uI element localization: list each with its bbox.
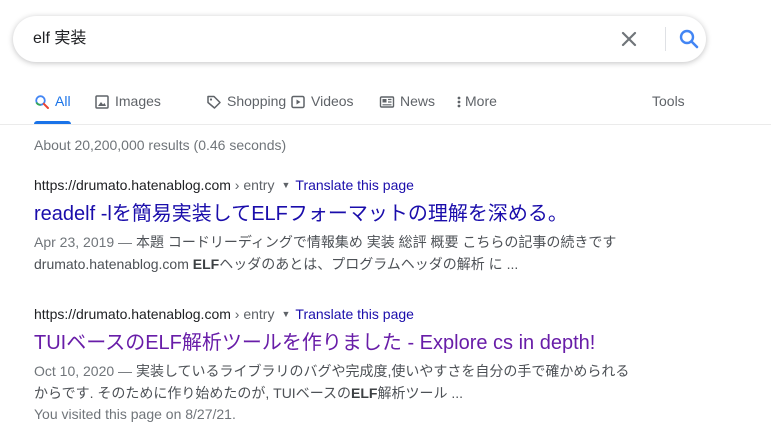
- snippet-highlight: ELF: [351, 385, 378, 401]
- searchbox-divider: [665, 27, 666, 51]
- news-icon: [379, 94, 395, 110]
- snippet-highlight: ELF: [192, 256, 220, 272]
- search-box[interactable]: [13, 16, 706, 62]
- result-breadcrumb: › entry: [230, 306, 275, 322]
- search-icon: [679, 29, 699, 49]
- search-result: https://drumato.hatenablog.com › entry ▼ T…: [34, 176, 654, 275]
- search-button[interactable]: [677, 27, 701, 51]
- tab-news[interactable]: News: [379, 88, 435, 124]
- snippet-line-1: Oct 10, 2020 — 実装しているライブラリのバグや完成度,使いやすさを…: [34, 360, 654, 382]
- visited-note: You visited this page on 8/27/21.: [34, 406, 236, 422]
- more-vert-icon: [455, 94, 463, 110]
- snippet-text: 実装しているライブラリのバグや完成度,使いやすさを自分の手で確かめられる: [135, 363, 630, 379]
- search-input[interactable]: [33, 16, 593, 62]
- caret-down-icon[interactable]: ▼: [281, 309, 290, 319]
- result-url[interactable]: https://drumato.hatenablog.com: [34, 306, 231, 322]
- tab-images[interactable]: Images: [94, 88, 161, 124]
- result-stats: About 20,200,000 results (0.46 seconds): [34, 137, 287, 153]
- result-title-link[interactable]: readelf -lを簡易実装してELFフォーマットの理解を深める。: [34, 201, 654, 227]
- snippet-line-2: からです. そのために作り始めたのが, TUIベースのELF解析ツール ...: [34, 382, 654, 404]
- result-title-link[interactable]: TUIベースのELF解析ツールを作りました - Explore cs in de…: [34, 330, 654, 356]
- tag-icon: [206, 94, 222, 110]
- translate-link[interactable]: Translate this page: [295, 306, 414, 322]
- result-cite: https://drumato.hatenablog.com › entry ▼ T…: [34, 305, 654, 325]
- play-icon: [290, 94, 306, 110]
- tab-news-label: News: [400, 93, 436, 109]
- tab-shopping[interactable]: Shopping: [206, 88, 286, 124]
- snippet-line-2: drumato.hatenablog.com ELFヘッダのあとは、プログラムヘ…: [34, 253, 654, 275]
- tab-more-label: More: [465, 93, 497, 109]
- tab-tools-label: Tools: [652, 93, 685, 109]
- search-result: https://drumato.hatenablog.com › entry ▼ T…: [34, 305, 654, 424]
- tab-videos[interactable]: Videos: [290, 88, 354, 124]
- tab-tools[interactable]: Tools: [652, 88, 685, 124]
- snippet-text: 本題 コードリーディングで情報集め 実装 総評 概要 こちらの記事の続きです: [135, 234, 617, 250]
- snippet-text: drumato.hatenablog.com: [34, 256, 193, 272]
- close-icon: [621, 31, 637, 47]
- search-tabs: All Images Shopping Videos News More Too…: [34, 88, 771, 124]
- result-url[interactable]: https://drumato.hatenablog.com: [34, 177, 231, 193]
- tab-all-label: All: [55, 93, 71, 109]
- caret-down-icon[interactable]: ▼: [281, 180, 290, 190]
- tab-more[interactable]: More: [455, 88, 497, 124]
- result-cite: https://drumato.hatenablog.com › entry ▼ T…: [34, 176, 654, 196]
- snippet-text: ヘッダのあとは、プログラムヘッダの解析 に ...: [219, 256, 519, 272]
- tab-images-label: Images: [115, 93, 161, 109]
- result-date: Apr 23, 2019 —: [34, 234, 136, 250]
- result-snippet: Oct 10, 2020 — 実装しているライブラリのバグや完成度,使いやすさを…: [34, 360, 654, 404]
- tab-videos-label: Videos: [311, 93, 354, 109]
- image-icon: [94, 94, 110, 110]
- tab-all[interactable]: All: [34, 88, 71, 124]
- result-date: Oct 10, 2020 —: [34, 363, 136, 379]
- snippet-text: 解析ツール ...: [377, 385, 464, 401]
- result-breadcrumb: › entry: [230, 177, 275, 193]
- clear-search-button[interactable]: [617, 27, 641, 51]
- tabs-divider: [0, 124, 771, 125]
- snippet-line-1: Apr 23, 2019 — 本題 コードリーディングで情報集め 実装 総評 概…: [34, 231, 654, 253]
- result-snippet: Apr 23, 2019 — 本題 コードリーディングで情報集め 実装 総評 概…: [34, 231, 654, 275]
- search-icon: [34, 94, 50, 110]
- tab-shopping-label: Shopping: [227, 93, 287, 109]
- snippet-text: からです. そのために作り始めたのが, TUIベースの: [34, 385, 351, 401]
- translate-link[interactable]: Translate this page: [295, 177, 414, 193]
